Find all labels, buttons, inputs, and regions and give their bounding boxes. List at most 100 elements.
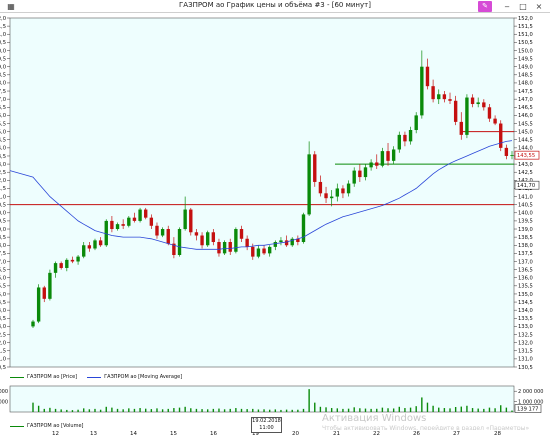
candle-body	[234, 229, 238, 252]
volume-bar	[500, 405, 502, 412]
price-chart[interactable]: 130,5 130,5 131,0 131,0 131,5 131,5 132,0 132,0…	[0, 13, 550, 371]
y-tick-label: 134,5	[0, 300, 6, 306]
volume-bar	[443, 408, 446, 412]
y-tick-label: 147,5	[0, 89, 6, 95]
candle-body	[132, 217, 137, 221]
y-tick-label-right: 130,5	[518, 365, 533, 371]
y-tick-label-right: 139,0	[518, 227, 533, 233]
candle-body	[76, 256, 80, 262]
volume-bar	[353, 407, 355, 412]
candle-body	[273, 242, 278, 247]
y-tick-label-right: 148,0	[518, 81, 533, 87]
candle-body	[318, 181, 323, 194]
price-swatch	[10, 376, 24, 378]
volume-bar	[246, 409, 248, 412]
volume-bar	[54, 408, 57, 412]
volume-bar	[274, 409, 277, 412]
volume-bar	[190, 408, 192, 412]
y-tick-label-right: 148,5	[518, 73, 533, 79]
pen-icon[interactable]: ✎	[478, 1, 492, 12]
y-tick-label-right: 137,0	[518, 259, 533, 265]
y-tick-label: 135,0	[0, 292, 6, 298]
candle-body	[465, 97, 469, 135]
volume-bar	[184, 406, 186, 412]
y-tick-label: 149,5	[0, 56, 6, 62]
y-tick-label: 145,5	[0, 121, 6, 127]
volume-swatch	[10, 425, 24, 427]
y-tick-label-right: 143,0	[518, 162, 533, 168]
close-button[interactable]: ×	[534, 1, 544, 12]
volume-bar	[376, 408, 378, 412]
y-tick-label-right: 140,5	[518, 202, 533, 208]
volume-bar	[111, 407, 113, 412]
y-tick-label-right: 150,0	[518, 48, 533, 54]
date-tooltip-time: 11:00	[259, 425, 274, 431]
x-tick: 12	[52, 431, 59, 437]
candle-body	[189, 209, 193, 233]
volume-bar	[150, 409, 153, 412]
y-tick-label: 140,5	[0, 202, 6, 208]
y-tick-label-right: 138,0	[518, 243, 533, 249]
price-legend: ГАЗПРОМ ао [Price] ГАЗПРОМ ао [Moving Av…	[10, 372, 182, 382]
volume-bar	[105, 406, 107, 412]
y-tick-label: 138,5	[0, 235, 6, 241]
y-tick-label: 142,5	[0, 170, 6, 176]
candle-body	[36, 287, 41, 322]
candle-body	[59, 263, 63, 268]
volume-bar	[173, 408, 175, 412]
candle-body	[138, 209, 142, 221]
y-tick-label-right: 131,5	[518, 349, 533, 355]
volume-bar	[139, 408, 141, 412]
candle-body	[279, 240, 283, 243]
y-tick-label: 146,0	[0, 113, 6, 119]
volume-bar	[167, 408, 169, 412]
date-tooltip: 19.02.2018 11:00	[251, 417, 282, 433]
volume-bar	[60, 409, 62, 412]
volume-bar	[347, 408, 350, 412]
minimize-button[interactable]: ‒	[502, 1, 512, 12]
volume-bar	[511, 410, 513, 412]
volume-bar	[359, 408, 361, 412]
y-tick-label-right: 135,0	[518, 292, 533, 298]
candle-body	[144, 209, 148, 218]
y-tick-label: 148,5	[0, 73, 6, 79]
volume-bar	[330, 408, 333, 412]
y-tick-label-right: 151,5	[518, 24, 533, 30]
volume-bar	[88, 409, 91, 412]
candle-body	[121, 224, 125, 226]
y-tick-label: 144,0	[0, 146, 6, 152]
volume-bar	[161, 409, 164, 412]
candle-body	[104, 220, 108, 246]
legend-price-label: ГАЗПРОМ ао [Price]	[27, 374, 78, 380]
volume-bar	[285, 409, 288, 412]
candle-body	[329, 196, 334, 199]
maximize-button[interactable]: □	[518, 1, 528, 12]
date-tooltip-date: 19.02.2018	[252, 418, 281, 424]
candle-body	[70, 259, 75, 262]
y-tick-label-right: 147,0	[518, 97, 533, 103]
volume-bar	[392, 408, 395, 412]
volume-bar	[477, 408, 479, 412]
volume-bar	[252, 408, 254, 412]
volume-bar	[280, 409, 282, 412]
candle-body	[262, 248, 266, 254]
y-tick-label-right: 139,5	[518, 219, 533, 225]
volume-bar	[308, 389, 310, 412]
title-bar[interactable]: ▦ ГАЗПРОМ ао График цены и объёма #3 - […	[0, 0, 550, 13]
y-tick-label: 146,5	[0, 105, 6, 111]
y-tick-label: 141,5	[0, 186, 6, 192]
y-tick-label-right: 144,5	[518, 138, 533, 144]
candle-body	[110, 220, 114, 230]
y-tick-label: 142,0	[0, 178, 6, 184]
legend-volume-label: ГАЗПРОМ ао [Volume]	[27, 423, 84, 429]
candle-body	[166, 229, 170, 244]
y-tick-label: 150,0	[0, 48, 6, 54]
candle-body	[256, 248, 261, 257]
volume-bar	[37, 405, 40, 412]
volume-bar	[268, 409, 271, 412]
candle-body	[245, 238, 249, 247]
y-tick-label-right: 135,5	[518, 284, 533, 290]
volume-bar	[387, 408, 389, 412]
volume-bar	[426, 402, 429, 412]
volume-bar	[471, 408, 474, 412]
